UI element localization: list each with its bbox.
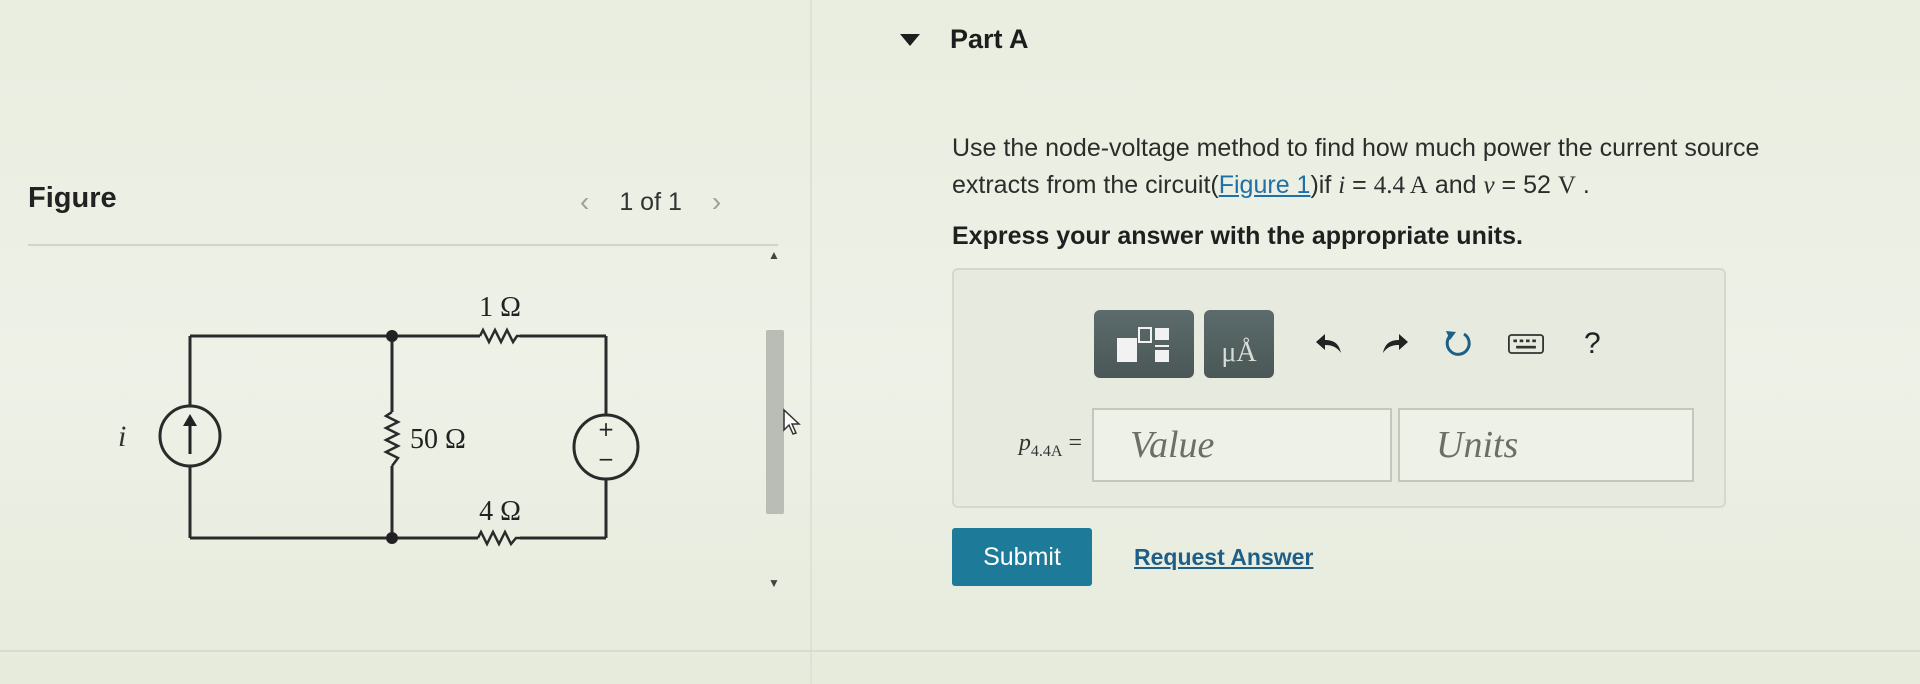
equals-1: =	[1345, 171, 1374, 199]
answer-actions: Submit Request Answer	[952, 528, 1313, 586]
voltage-unit: V	[1557, 172, 1576, 199]
resistor-4-ohm	[476, 529, 520, 547]
answer-variable-label: p4.4A =	[1018, 429, 1082, 460]
next-figure-button[interactable]: ›	[712, 186, 721, 218]
question-and: and	[1427, 171, 1484, 199]
redo-icon[interactable]	[1376, 326, 1412, 362]
figure-link[interactable]: Figure 1	[1219, 171, 1311, 199]
current-value: 4.4 A	[1373, 172, 1428, 199]
units-input[interactable]	[1398, 408, 1694, 482]
resistor-50-ohm	[383, 410, 401, 467]
arrow-up-icon	[183, 414, 197, 426]
figure-pane: Figure ‹ 1 of 1 › + − 1 Ω 50 Ω 4 Ω i ▲ ▼	[0, 0, 801, 684]
answer-row: p4.4A =	[974, 408, 1694, 482]
voltage-variable: v	[1483, 172, 1495, 199]
scroll-up-arrow-icon[interactable]: ▲	[768, 248, 780, 262]
r-bot-label: 4 Ω	[479, 496, 521, 527]
voltage-plus-label: +	[598, 417, 615, 441]
units-symbols-button[interactable]: μÅ	[1204, 310, 1274, 378]
answer-panel: μÅ ? p4.4A = Value Units	[952, 268, 1726, 508]
voltage-source: + −	[572, 413, 640, 481]
request-answer-link[interactable]: Request Answer	[1134, 544, 1313, 571]
figure-title: Figure	[28, 182, 117, 214]
current-source	[158, 404, 222, 468]
r-top-label: 1 Ω	[479, 292, 521, 323]
units-symbols-icon: μÅ	[1221, 337, 1257, 368]
footer-divider	[0, 650, 1920, 652]
part-title: Part A	[950, 24, 1029, 54]
voltage-minus-label: −	[598, 447, 615, 471]
figure-pager: ‹ 1 of 1 ›	[580, 186, 721, 218]
answer-instruction: Express your answer with the appropriate…	[952, 222, 1523, 250]
top-node	[386, 330, 398, 342]
submit-button[interactable]: Submit	[952, 528, 1092, 586]
scroll-down-arrow-icon[interactable]: ▼	[768, 576, 780, 590]
resistor-1-ohm	[478, 327, 520, 345]
previous-figure-button[interactable]: ‹	[580, 186, 589, 218]
collapse-part-icon[interactable]	[900, 33, 920, 46]
keyboard-icon[interactable]	[1508, 326, 1544, 362]
templates-button[interactable]	[1094, 310, 1194, 378]
circuit-wires	[188, 334, 608, 540]
value-input[interactable]	[1092, 408, 1392, 482]
circuit-diagram: + − 1 Ω 50 Ω 4 Ω i v	[118, 292, 640, 547]
undo-icon[interactable]	[1312, 326, 1348, 362]
help-icon[interactable]: ?	[1584, 327, 1601, 361]
r-mid-label: 50 Ω	[410, 424, 466, 455]
bottom-node	[386, 532, 398, 544]
part-header[interactable]: Part A	[900, 24, 1029, 55]
figure-divider	[28, 244, 778, 246]
answer-toolbar: μÅ ?	[1094, 310, 1601, 378]
question-period: .	[1575, 171, 1590, 199]
templates-icon	[1117, 327, 1169, 362]
reset-icon[interactable]	[1440, 326, 1476, 362]
equals-2: = 52	[1494, 171, 1558, 199]
question-text: Use the node-voltage method to find how …	[952, 130, 1852, 204]
mouse-cursor-icon	[783, 408, 801, 435]
current-source-label: i	[118, 420, 126, 453]
figure-page-indicator: 1 of 1	[619, 187, 682, 216]
question-if: )if	[1310, 171, 1339, 199]
pane-splitter[interactable]	[810, 0, 812, 684]
